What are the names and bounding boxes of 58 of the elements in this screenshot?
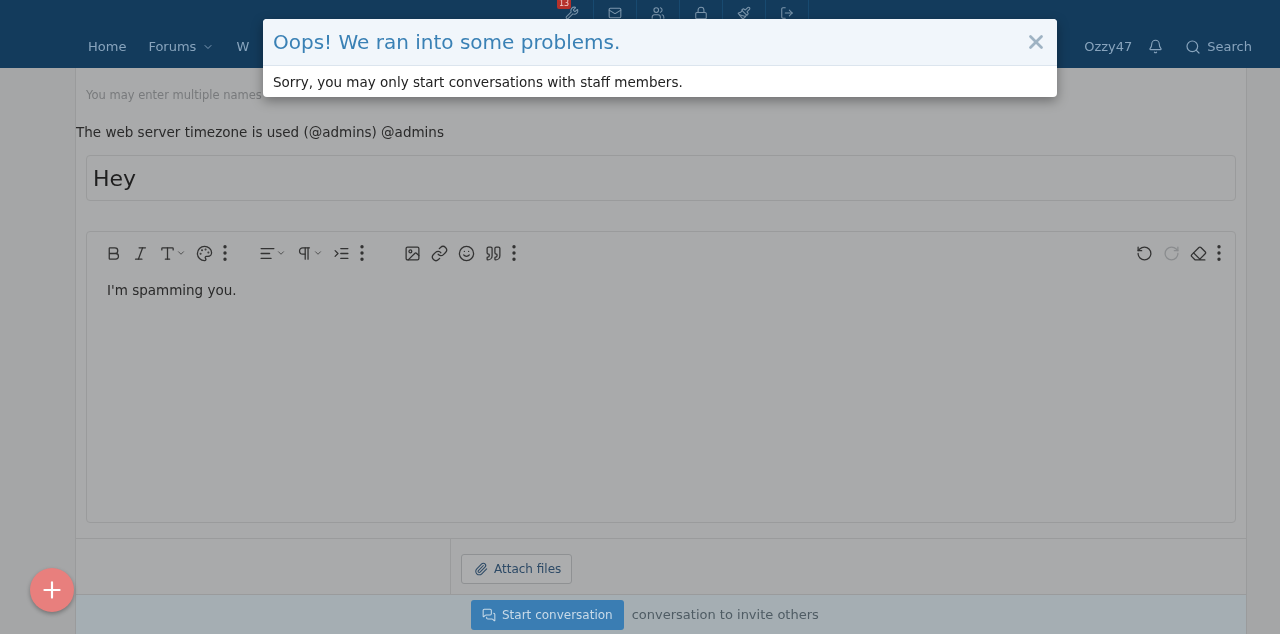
italic-button[interactable] (132, 244, 149, 262)
more-button[interactable] (512, 245, 516, 261)
start-conversation-button[interactable]: Start conversation (471, 599, 624, 630)
more-icon (360, 245, 364, 261)
username-link[interactable]: Ozzy47 (1084, 39, 1133, 54)
undo-icon (1136, 244, 1153, 262)
smiley-icon (458, 244, 475, 262)
users-icon (651, 5, 665, 20)
quote-button[interactable] (485, 244, 502, 262)
quote-icon (485, 244, 502, 262)
text-size-button[interactable] (159, 244, 186, 262)
brush-icon (737, 5, 751, 20)
redo-icon (1163, 244, 1180, 262)
caret-icon (176, 248, 186, 258)
logout-icon (780, 5, 794, 20)
option-label: conversation to invite others (631, 607, 819, 622)
smiley-button[interactable] (458, 244, 475, 262)
message-text: I'm spamming you. (106, 281, 238, 300)
link-button[interactable] (431, 244, 448, 262)
paragraph-icon (296, 244, 313, 262)
palette-icon (196, 244, 213, 262)
link-icon (431, 244, 448, 262)
nav-tab[interactable]: Home (88, 39, 127, 54)
eraser-button[interactable] (1190, 244, 1207, 262)
text-size-icon (159, 244, 176, 262)
search-icon (1185, 38, 1202, 55)
chat-icon (482, 607, 496, 622)
more-icon (512, 245, 516, 261)
dialog-message: Sorry, you may only start conversations with staff members. (272, 73, 684, 92)
caret-icon (313, 248, 323, 258)
eraser-icon (1190, 244, 1207, 262)
nav-tab[interactable]: Forums (148, 39, 215, 54)
palette-button[interactable] (196, 244, 213, 262)
add-button[interactable] (30, 568, 74, 612)
italic-icon (132, 244, 149, 262)
bell-icon (1148, 39, 1164, 54)
more-icon (1217, 245, 1221, 261)
count-badge: 13 (557, 0, 572, 9)
more-button[interactable] (1217, 245, 1221, 261)
lock-icon (694, 5, 708, 20)
title-input[interactable]: Hey (86, 155, 1236, 201)
timezone-note: The web server timezone is used (@admins) @admins (76, 124, 445, 140)
attach-files-button[interactable]: Attach files (461, 554, 573, 584)
nav-tab[interactable]: W (236, 39, 250, 54)
envelope-icon (608, 5, 622, 20)
paragraph-button[interactable] (296, 244, 323, 262)
caret-icon (276, 248, 286, 258)
dialog-title: Oops! We ran into some problems. (273, 30, 622, 54)
search-link[interactable]: Search (1185, 38, 1252, 55)
paperclip-icon (474, 562, 488, 576)
more-button[interactable] (223, 245, 227, 261)
undo-button[interactable] (1136, 244, 1153, 262)
image-button[interactable] (404, 244, 421, 262)
image-icon (404, 244, 421, 262)
more-icon (223, 245, 227, 261)
tools-icon (565, 5, 579, 20)
more-button[interactable] (360, 245, 364, 261)
message-editor[interactable]: I'm spamming you. (86, 231, 1236, 523)
